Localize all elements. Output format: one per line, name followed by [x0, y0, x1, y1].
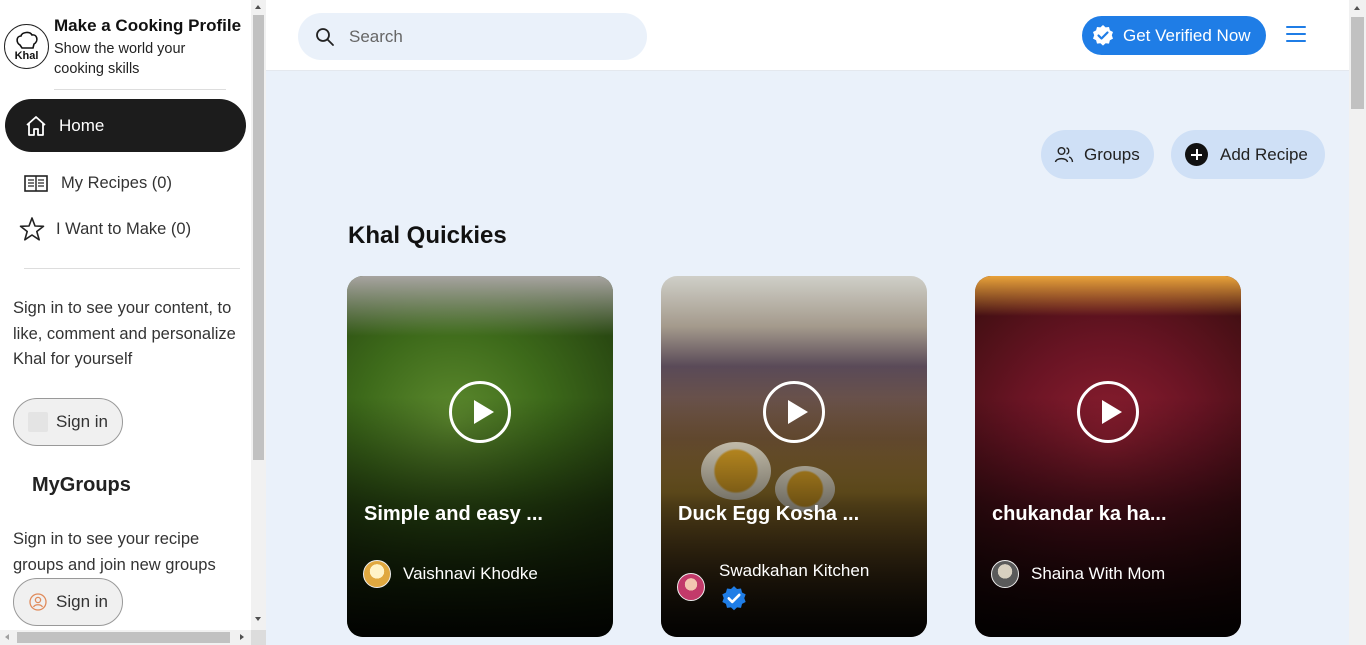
card-title: Simple and easy ...: [364, 503, 543, 525]
groups-button[interactable]: Groups: [1041, 130, 1154, 179]
brand-title: Make a Cooking Profile: [54, 16, 242, 35]
mygroups-signin-button[interactable]: Sign in: [13, 578, 123, 626]
signin-button[interactable]: Sign in: [13, 398, 123, 446]
nav-home-label: Home: [59, 115, 105, 135]
app-root: Khal Make a Cooking Profile Show the wor…: [0, 0, 1366, 645]
signin-prompt: Sign in to see your content, to like, co…: [13, 299, 236, 368]
play-icon[interactable]: [449, 381, 511, 443]
scrollbar-thumb[interactable]: [17, 632, 230, 643]
add-recipe-button[interactable]: Add Recipe: [1171, 130, 1325, 179]
add-recipe-label: Add Recipe: [1220, 144, 1308, 164]
brand-subtitle: Show the world your cooking skills: [54, 41, 186, 77]
section-title: Khal Quickies: [348, 222, 507, 249]
card-image-top: [975, 276, 1241, 316]
star-icon: [19, 217, 45, 241]
nav-home[interactable]: Home: [5, 99, 246, 152]
card-image-top: [347, 276, 613, 336]
mygroups-title: MyGroups: [32, 474, 131, 496]
recipe-card[interactable]: Duck Egg Kosha ... Swadkahan Kitchen: [661, 276, 927, 637]
scroll-up-arrow-icon[interactable]: [255, 5, 261, 9]
mygroups-prompt: Sign in to see your recipe groups and jo…: [13, 530, 216, 574]
scrollbar-thumb[interactable]: [1351, 17, 1364, 109]
nav-my-recipes[interactable]: My Recipes (0): [0, 168, 250, 198]
get-verified-button[interactable]: Get Verified Now: [1082, 16, 1266, 55]
main-vertical-scrollbar[interactable]: [1349, 0, 1366, 645]
brand-block[interactable]: Khal Make a Cooking Profile Show the wor…: [4, 16, 250, 90]
author-avatar: [363, 560, 391, 588]
home-icon: [26, 115, 46, 136]
sidebar: Khal Make a Cooking Profile Show the wor…: [0, 0, 251, 630]
search-input[interactable]: [349, 26, 619, 47]
card-author: Shaina With Mom: [1031, 564, 1166, 583]
author-avatar: [991, 560, 1019, 588]
verified-badge-icon: [722, 586, 746, 611]
card-author: Vaishnavi Khodke: [403, 564, 538, 583]
card-title: Duck Egg Kosha ...: [678, 503, 860, 525]
hamburger-menu-icon[interactable]: [1286, 26, 1306, 44]
groups-label: Groups: [1084, 144, 1140, 164]
plus-circle-icon: [1185, 143, 1208, 166]
play-icon[interactable]: [1077, 381, 1139, 443]
google-icon: [28, 412, 48, 432]
book-icon: [24, 175, 48, 192]
card-author: Swadkahan Kitchen: [719, 561, 870, 580]
search-bar[interactable]: [298, 13, 647, 60]
verified-badge-icon: [1093, 24, 1113, 46]
mygroups-signin-label: Sign in: [56, 592, 108, 611]
recipe-card[interactable]: chukandar ka ha... Shaina With Mom: [975, 276, 1241, 637]
khal-logo: Khal: [4, 24, 49, 69]
recipe-card[interactable]: Simple and easy ... Vaishnavi Khodke: [347, 276, 613, 637]
scroll-up-arrow-icon[interactable]: [1354, 6, 1360, 10]
scroll-right-arrow-icon[interactable]: [240, 634, 244, 640]
user-icon: [29, 593, 47, 611]
card-title: chukandar ka ha...: [992, 503, 1167, 525]
scrollbar-thumb[interactable]: [253, 15, 264, 460]
top-bar: Get Verified Now: [266, 0, 1349, 71]
people-icon: [1054, 146, 1074, 162]
signin-button-label: Sign in: [56, 412, 108, 431]
nav-want-to-make-label: I Want to Make (0): [56, 219, 192, 238]
get-verified-label: Get Verified Now: [1123, 25, 1251, 45]
sidebar-horizontal-scrollbar[interactable]: [0, 630, 251, 645]
scroll-left-arrow-icon[interactable]: [5, 634, 9, 640]
divider: [24, 268, 240, 269]
divider: [54, 89, 226, 90]
chef-hat-icon: [16, 31, 38, 49]
nav-want-to-make[interactable]: I Want to Make (0): [0, 214, 250, 244]
author-avatar: [677, 573, 705, 601]
play-icon[interactable]: [763, 381, 825, 443]
main-content: Get Verified Now Groups Add Recipe Khal …: [266, 0, 1349, 645]
search-icon: [316, 27, 334, 46]
sidebar-vertical-scrollbar[interactable]: [251, 0, 266, 630]
scrollbar-corner: [251, 630, 266, 645]
nav-my-recipes-label: My Recipes (0): [61, 173, 172, 192]
logo-text: Khal: [14, 50, 39, 62]
scroll-down-arrow-icon[interactable]: [255, 617, 261, 621]
